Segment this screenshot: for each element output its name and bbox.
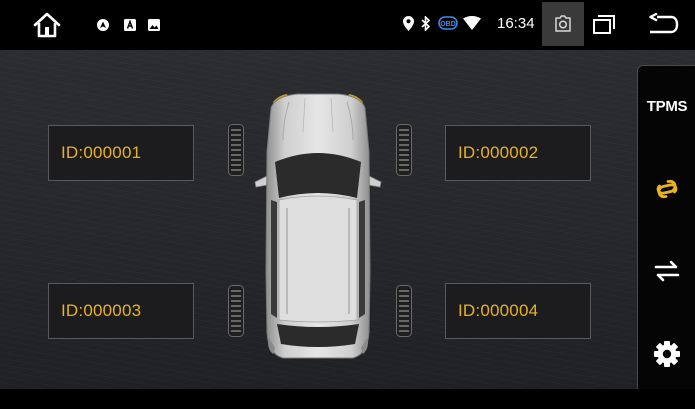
swap-icon — [654, 260, 680, 282]
link-icon — [656, 179, 678, 199]
obd-badge-text: OBD — [440, 21, 456, 28]
swap-menu-item[interactable] — [638, 254, 695, 288]
front-right-sensor-id[interactable]: ID:000002 — [445, 125, 591, 181]
wifi-icon — [463, 15, 481, 31]
tpms-label: TPMS — [646, 97, 688, 115]
rear-left-sensor-id[interactable]: ID:000003 — [48, 283, 194, 339]
gear-icon — [654, 341, 680, 367]
tpms-menu-item[interactable]: TPMS — [638, 91, 695, 121]
sensor-id-label: ID:000003 — [61, 301, 142, 320]
recent-apps-icon[interactable] — [592, 13, 616, 35]
settings-menu-item[interactable] — [638, 336, 695, 372]
obd-icon: OBD — [437, 15, 459, 31]
pair-menu-item[interactable] — [638, 172, 695, 206]
front-right-tire-icon — [396, 124, 412, 176]
bluetooth-icon — [420, 15, 432, 31]
rear-right-sensor-id[interactable]: ID:000004 — [445, 283, 591, 339]
sensor-id-label: ID:000001 — [61, 143, 142, 162]
front-left-tire-icon — [228, 124, 244, 176]
bottom-edge — [0, 389, 695, 409]
back-icon[interactable] — [646, 12, 680, 36]
side-menu: TPMS — [637, 65, 695, 395]
home-icon[interactable] — [30, 10, 64, 40]
clock: 16:34 — [497, 15, 535, 32]
status-bar: OBD 16:34 — [0, 0, 695, 50]
text-app-notification-icon — [124, 18, 136, 31]
navigation-app-notification-icon — [97, 18, 109, 31]
image-notification-icon — [148, 18, 160, 31]
location-pin-icon — [402, 15, 414, 31]
sensor-id-label: ID:000004 — [458, 301, 539, 320]
front-left-sensor-id[interactable]: ID:000001 — [48, 125, 194, 181]
sensor-id-label: ID:000002 — [458, 143, 539, 162]
rear-left-tire-icon — [228, 285, 244, 337]
screenshot-icon[interactable] — [554, 14, 572, 32]
car-top-view-icon — [254, 93, 382, 359]
rear-right-tire-icon — [396, 285, 412, 337]
